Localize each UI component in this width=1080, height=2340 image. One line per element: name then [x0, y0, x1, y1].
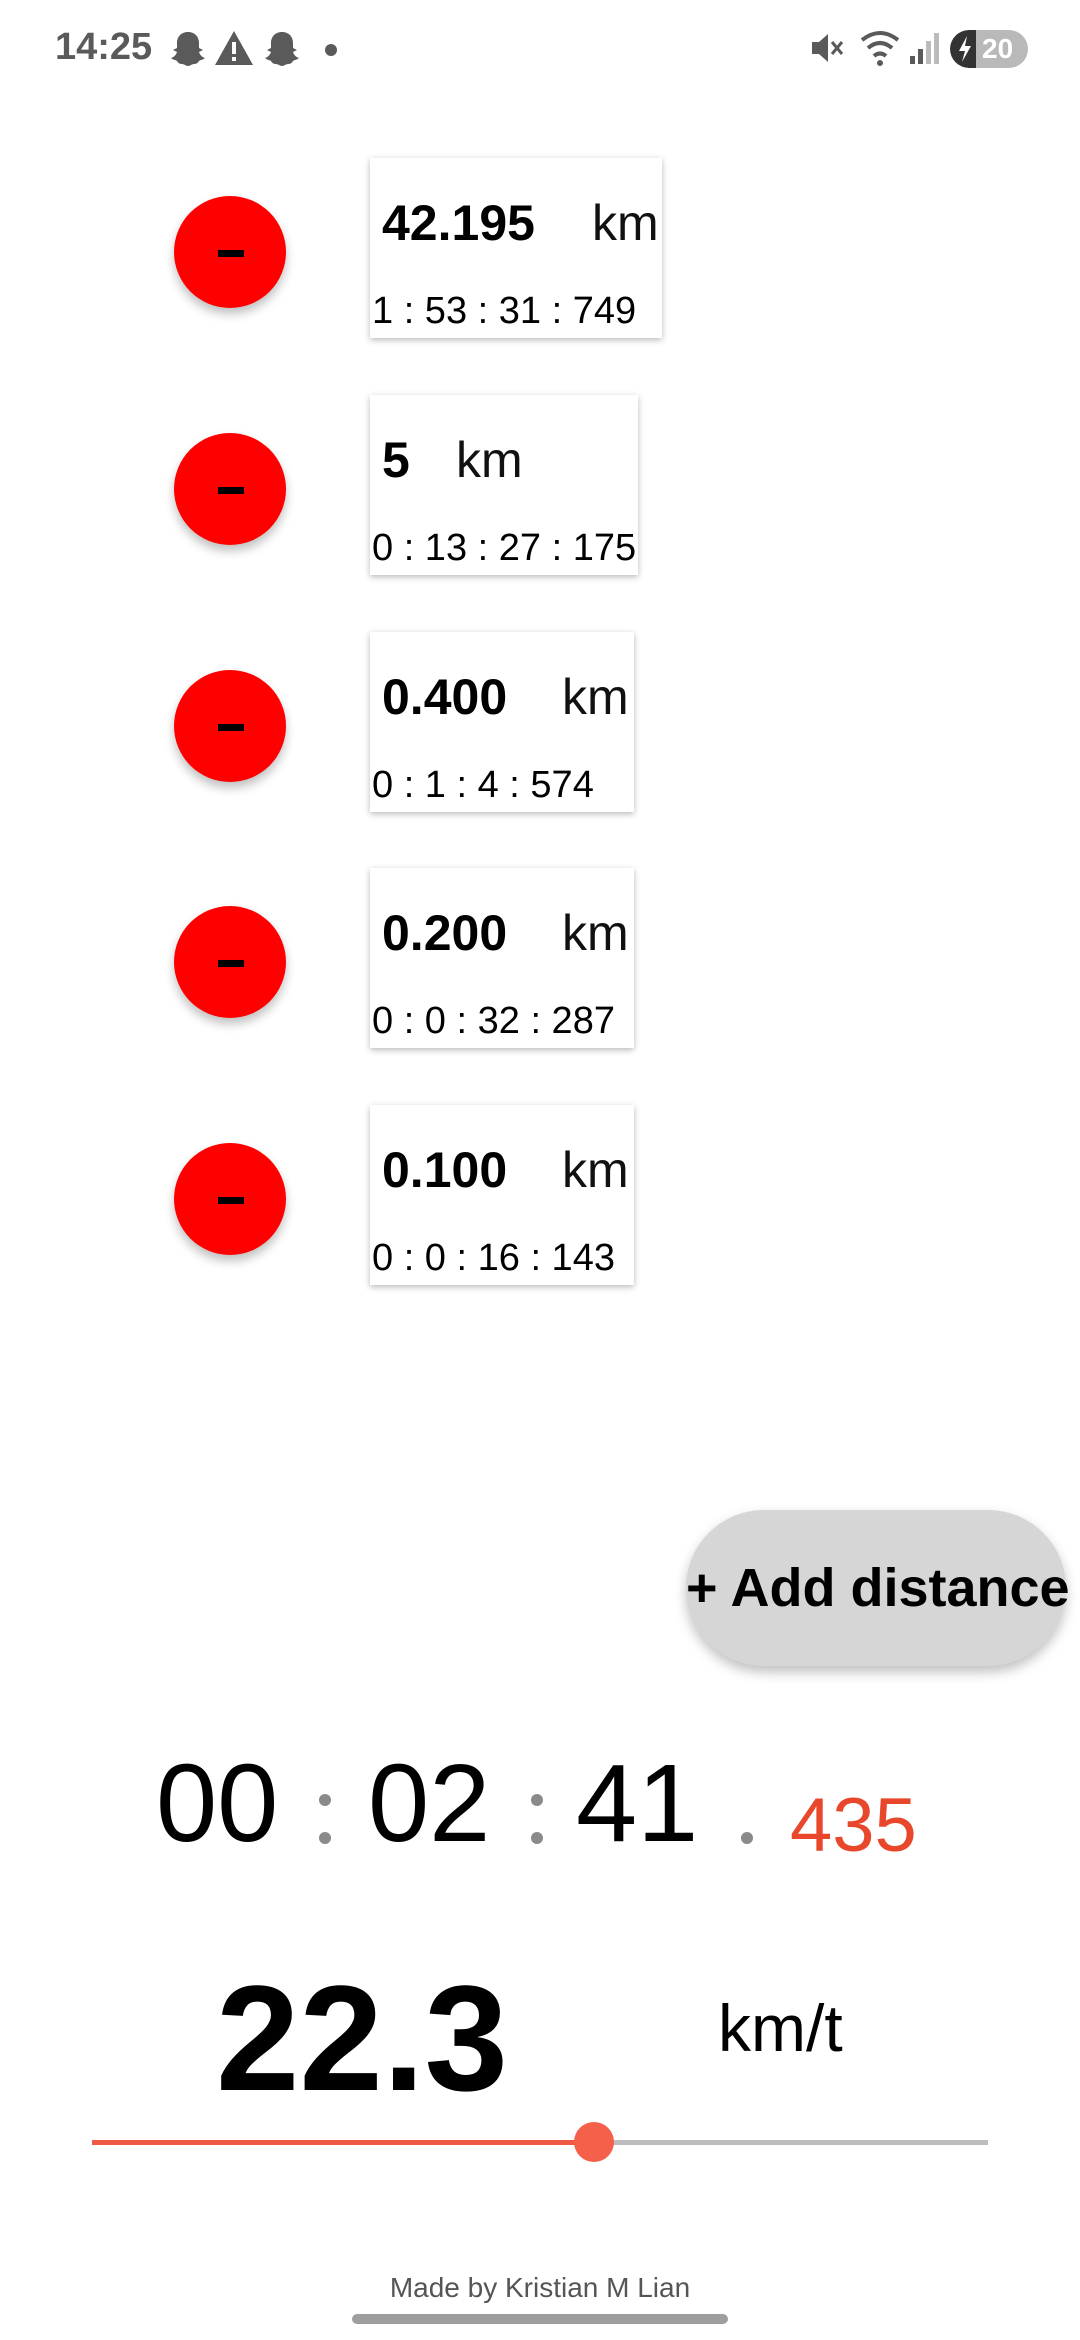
distance-card: 5 km 0 : 13 : 27 : 175 [370, 395, 638, 575]
distance-value: 0.400 [382, 669, 508, 725]
distance-card: 0.100 km 0 : 0 : 16 : 143 [370, 1105, 634, 1285]
battery-level: 20 [982, 33, 1014, 64]
snapchat-ghost-icon [171, 32, 205, 66]
separator-dot [531, 1794, 543, 1806]
home-indicator[interactable] [352, 2314, 728, 2324]
separator-dot [319, 1794, 331, 1806]
split-time: 0 : 1 : 4 : 574 [372, 764, 594, 806]
remove-distance-button[interactable] [174, 906, 286, 1018]
distance-card: 0.400 km 0 : 1 : 4 : 574 [370, 632, 634, 812]
slider-fill [92, 2140, 594, 2145]
remove-distance-button[interactable] [174, 670, 286, 782]
snapchat-ghost-icon [265, 32, 299, 66]
split-time: 0 : 0 : 16 : 143 [372, 1237, 615, 1279]
list-item: 42.195 km 1 : 53 : 31 : 749 [0, 158, 1080, 348]
timer-minutes: 02 [368, 1742, 491, 1865]
remove-distance-button[interactable] [174, 433, 286, 545]
stopwatch: 00 02 41 435 [0, 1740, 1080, 1880]
distance-value: 5 [382, 432, 410, 488]
slider-thumb[interactable] [573, 2122, 614, 2162]
distance-value: 42.195 [382, 195, 535, 251]
split-time: 0 : 13 : 27 : 175 [372, 527, 637, 569]
list-item: 0.100 km 0 : 0 : 16 : 143 [0, 1105, 1080, 1295]
distance-unit: km [456, 432, 523, 488]
distance-unit: km [592, 195, 659, 251]
speed-slider[interactable] [92, 2120, 988, 2164]
status-bar: 14:25 20 [0, 0, 1080, 100]
status-time: 14:25 [55, 26, 153, 68]
separator-dot [741, 1832, 753, 1844]
wifi-icon [860, 31, 900, 66]
remove-distance-button[interactable] [174, 196, 286, 308]
speed-unit: km/t [718, 1991, 843, 2065]
timer-hours: 00 [156, 1742, 279, 1865]
distance-unit: km [562, 669, 629, 725]
distance-unit: km [562, 1142, 629, 1198]
timer-milliseconds: 435 [790, 1783, 917, 1868]
distance-unit: km [562, 905, 629, 961]
distance-value: 0.100 [382, 1142, 508, 1198]
remove-distance-button[interactable] [174, 1143, 286, 1255]
list-item: 0.200 km 0 : 0 : 32 : 287 [0, 868, 1080, 1058]
footer-credit: Made by Kristian M Lian [389, 2272, 691, 2303]
mute-icon [812, 34, 844, 62]
distance-value: 0.200 [382, 905, 508, 961]
separator-dot [319, 1832, 331, 1844]
screen: 14:25 20 42.195 km 1: 53: 31: 749 5 k… [0, 0, 1080, 2340]
list-item: 0.400 km 0 : 1 : 4 : 574 [0, 632, 1080, 822]
split-time: 1 : 53 : 31 : 749 [372, 290, 637, 332]
split-time: 0 : 0 : 32 : 287 [372, 1000, 615, 1042]
dot-icon [325, 44, 337, 56]
battery-charging-icon: 20 [950, 30, 1028, 68]
speed-value: 22.3 [216, 1954, 508, 2122]
list-item: 5 km 0 : 13 : 27 : 175 [0, 395, 1080, 585]
separator-dot [531, 1832, 543, 1844]
warning-icon [215, 31, 253, 65]
distance-card: 42.195 km 1 : 53 : 31 : 749 [370, 158, 662, 338]
distance-card: 0.200 km 0 : 0 : 32 : 287 [370, 868, 634, 1048]
timer-seconds: 41 [576, 1742, 699, 1865]
signal-icon [910, 33, 939, 64]
add-distance-button[interactable]: + Add distance [686, 1510, 1070, 1666]
